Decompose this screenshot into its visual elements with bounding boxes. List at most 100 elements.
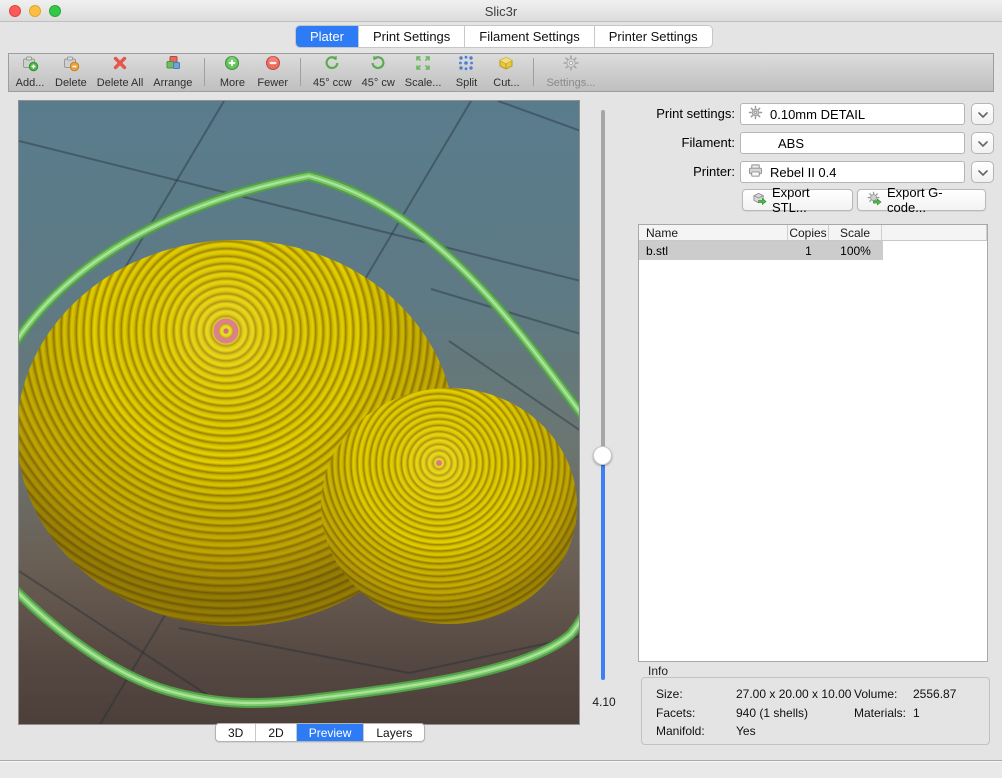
size-value: 27.00 x 20.00 x 10.00 — [736, 687, 851, 701]
cubes-icon — [164, 54, 182, 77]
box-plus-icon — [21, 54, 39, 77]
toolbar-separator — [300, 58, 301, 86]
scale-button[interactable]: Scale... — [405, 54, 442, 89]
status-bar — [0, 761, 1002, 778]
gear-icon — [562, 54, 580, 77]
toolbar-separator — [533, 58, 534, 86]
gear-icon — [748, 105, 764, 123]
more-button[interactable]: More — [217, 54, 247, 89]
red-x-icon — [111, 54, 129, 77]
delete-all-button-label: Delete All — [97, 77, 143, 89]
cut-button-label: Cut... — [493, 77, 519, 89]
small-dome-top-infill — [436, 460, 442, 466]
tab-print-settings[interactable]: Print Settings — [359, 26, 465, 47]
column-header-filler — [882, 225, 987, 240]
facets-value: 940 (1 shells) — [736, 706, 808, 720]
window-title: Slic3r — [0, 4, 1002, 19]
rotate-ccw-icon — [323, 54, 341, 77]
filament-combo[interactable]: ABS — [740, 132, 965, 154]
cut-box-icon — [497, 54, 515, 77]
delete-all-button[interactable]: Delete All — [97, 54, 143, 89]
printer-label: Printer: — [640, 164, 735, 179]
scale-button-label: Scale... — [405, 77, 442, 89]
tab-filament-settings[interactable]: Filament Settings — [465, 26, 594, 47]
object-settings-button-label: Settings... — [546, 77, 595, 89]
red-minus-circle-icon — [264, 54, 282, 77]
export-gcode-button-label: Export G-code... — [887, 185, 976, 215]
rotate-ccw-button-label: 45° ccw — [313, 77, 352, 89]
print-settings-dropdown-button[interactable] — [971, 103, 994, 125]
tab-plater[interactable]: Plater — [296, 26, 359, 47]
scale-arrows-icon — [414, 54, 432, 77]
delete-button-label: Delete — [55, 77, 87, 89]
printer-combo[interactable]: Rebel II 0.4 — [740, 161, 965, 183]
print-settings-value: 0.10mm DETAIL — [770, 107, 865, 122]
manifold-label: Manifold: — [656, 724, 705, 738]
view-tab-layers[interactable]: Layers — [364, 724, 424, 741]
chevron-down-icon — [978, 105, 988, 123]
manifold-value: Yes — [736, 724, 756, 738]
cut-button[interactable]: Cut... — [491, 54, 521, 89]
object-scale: 100% — [829, 244, 882, 258]
add-button[interactable]: Add... — [15, 54, 45, 89]
layer-slider-handle[interactable] — [593, 446, 612, 465]
chevron-down-icon — [978, 163, 988, 181]
export-stl-button[interactable]: Export STL... — [742, 189, 853, 211]
split-button-label: Split — [456, 77, 477, 89]
materials-label: Materials: — [854, 706, 906, 720]
print-settings-label: Print settings: — [640, 106, 735, 121]
printer-dropdown-button[interactable] — [971, 161, 994, 183]
info-box: Size: 27.00 x 20.00 x 10.00 Volume: 2556… — [641, 677, 990, 745]
materials-value: 1 — [913, 706, 920, 720]
view-tab-preview[interactable]: Preview — [297, 724, 365, 741]
object-table-header: Name Copies Scale — [639, 225, 987, 241]
fewer-button[interactable]: Fewer — [257, 54, 288, 89]
rotate-ccw-button[interactable]: 45° ccw — [313, 54, 352, 89]
export-gcode-icon — [867, 191, 882, 209]
printer-icon — [748, 163, 764, 181]
column-header-copies[interactable]: Copies — [788, 225, 829, 240]
object-settings-button[interactable]: Settings... — [546, 54, 595, 89]
object-name: b.stl — [639, 244, 788, 258]
small-dome — [321, 388, 577, 624]
view-tab-3d[interactable]: 3D — [216, 724, 256, 741]
size-label: Size: — [656, 687, 683, 701]
split-button[interactable]: Split — [451, 54, 481, 89]
rotate-cw-button-label: 45° cw — [362, 77, 395, 89]
filament-dropdown-button[interactable] — [971, 132, 994, 154]
facets-label: Facets: — [656, 706, 695, 720]
column-header-name[interactable]: Name — [639, 225, 788, 240]
green-plus-circle-icon — [223, 54, 241, 77]
3d-preview-viewport[interactable] — [18, 100, 580, 725]
layer-slider-track-lower[interactable] — [601, 455, 605, 680]
tab-printer-settings[interactable]: Printer Settings — [595, 26, 712, 47]
fewer-button-label: Fewer — [257, 77, 288, 89]
column-header-scale[interactable]: Scale — [829, 225, 882, 240]
layer-slider-track-upper[interactable] — [601, 110, 605, 455]
arrange-button-label: Arrange — [153, 77, 192, 89]
volume-label: Volume: — [854, 687, 897, 701]
arrange-button[interactable]: Arrange — [153, 54, 192, 89]
add-button-label: Add... — [16, 77, 45, 89]
toolbar-separator — [204, 58, 205, 86]
delete-button[interactable]: Delete — [55, 54, 87, 89]
view-mode-tabs: 3D 2D Preview Layers — [215, 723, 425, 742]
view-tab-2d[interactable]: 2D — [256, 724, 296, 741]
rotate-cw-button[interactable]: 45° cw — [362, 54, 395, 89]
title-bar: Slic3r — [0, 0, 1002, 22]
toolbar: Add... Delete Delete All Arrange More — [8, 53, 994, 92]
printer-value: Rebel II 0.4 — [770, 165, 837, 180]
layer-slider-value: 4.10 — [586, 695, 622, 709]
rotate-cw-icon — [369, 54, 387, 77]
export-stl-icon — [752, 191, 767, 209]
print-settings-combo[interactable]: 0.10mm DETAIL — [740, 103, 965, 125]
split-dots-icon — [457, 54, 475, 77]
filament-value: ABS — [778, 136, 804, 151]
export-gcode-button[interactable]: Export G-code... — [857, 189, 986, 211]
export-stl-button-label: Export STL... — [772, 185, 843, 215]
object-list-table[interactable]: Name Copies Scale b.stl 1 100% — [638, 224, 988, 662]
table-row[interactable]: b.stl 1 100% — [639, 241, 883, 260]
volume-value: 2556.87 — [913, 687, 956, 701]
filament-label: Filament: — [640, 135, 735, 150]
object-copies: 1 — [788, 244, 829, 258]
